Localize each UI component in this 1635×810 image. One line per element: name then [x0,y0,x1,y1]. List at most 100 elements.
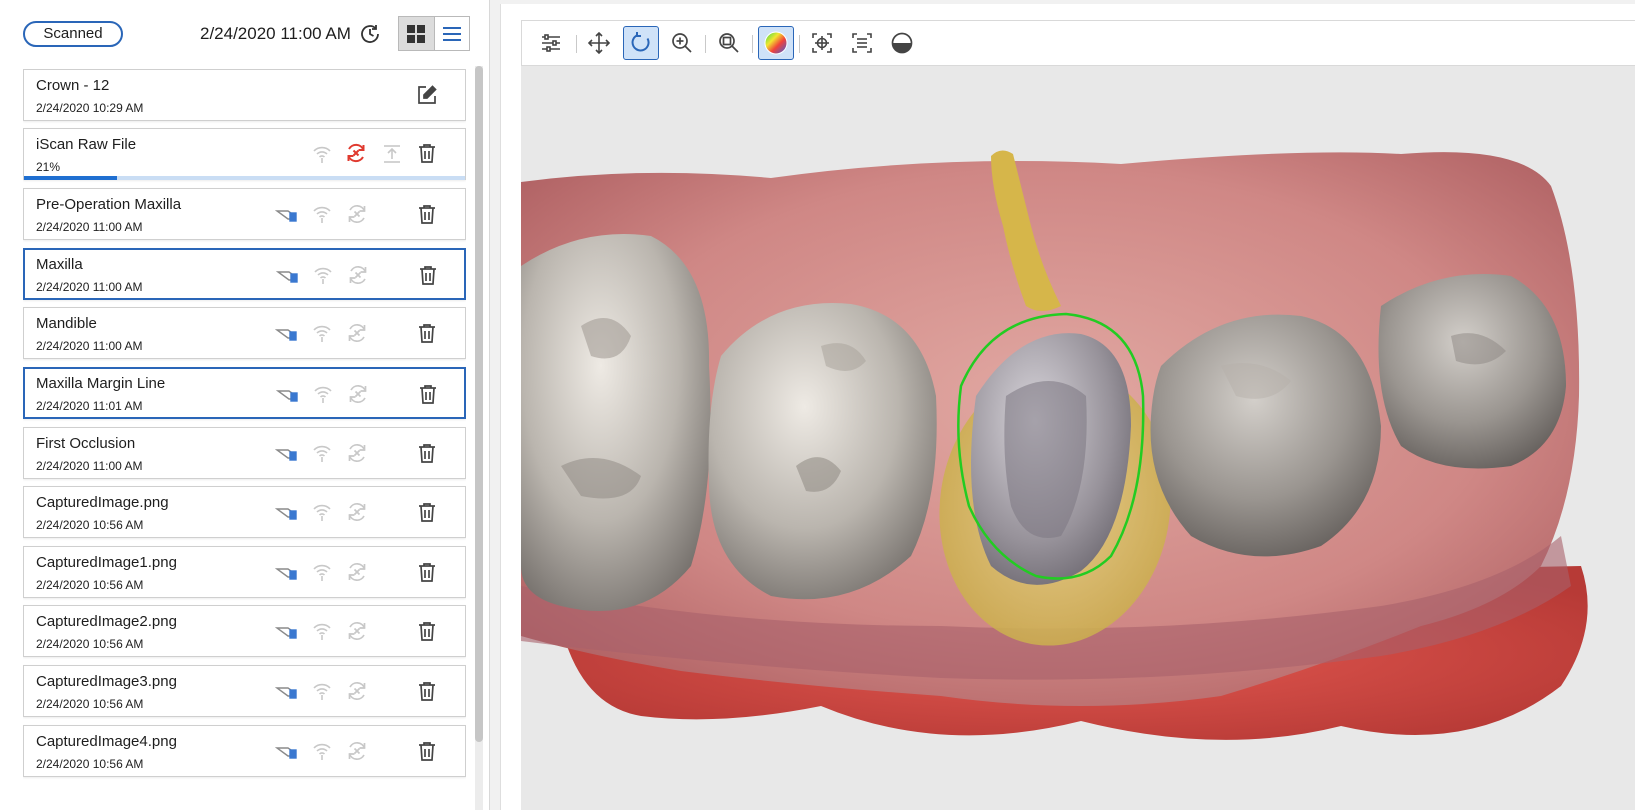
item-title: CapturedImage3.png [36,673,177,690]
list-item[interactable]: Pre-Operation Maxilla 2/24/2020 11:00 AM [23,188,466,241]
scanner-icon [275,619,299,643]
list-header: Scanned 2/24/2020 11:00 AM [0,0,490,66]
half-circle-icon[interactable] [884,26,920,60]
item-title: Mandible [36,315,97,333]
trash-icon[interactable] [415,560,439,584]
trash-icon[interactable] [415,141,439,165]
history-clock-icon[interactable] [358,22,382,46]
item-date: 2/24/2020 10:29 AM [36,101,144,115]
trash-icon[interactable] [415,321,439,345]
scanner-icon [275,739,299,763]
header-datetime: 2/24/2020 11:00 AM [200,24,351,43]
edit-icon[interactable] [415,83,439,107]
list-scrollbar[interactable] [475,66,483,810]
sync-disabled-icon [346,263,370,287]
zoom-in-icon[interactable] [664,26,700,60]
trash-icon[interactable] [415,679,439,703]
sync-disabled-icon [345,321,369,345]
upload-progress-text: 21% [36,160,61,174]
wireless-upload-icon [310,560,334,584]
scanner-icon [275,321,299,345]
list-item[interactable]: CapturedImage1.png 2/24/2020 10:56 AM [23,545,466,598]
sync-disabled-icon [345,500,369,524]
status-filter-pill[interactable]: Scanned [23,21,123,47]
item-title: Pre-Operation Maxilla [36,196,182,214]
list-item[interactable]: Mandible 2/24/2020 11:00 AM [23,307,466,360]
scrollbar-thumb[interactable] [475,66,483,742]
wireless-upload-icon [310,441,334,465]
zoom-fit-icon[interactable] [711,26,747,60]
trash-icon[interactable] [416,382,440,406]
list-item[interactable]: First Occlusion 2/24/2020 11:00 AM [23,426,466,479]
wireless-upload-icon [310,202,334,226]
list-item[interactable]: Maxilla 2/24/2020 11:00 AM [23,247,466,300]
sync-error-icon[interactable] [344,141,368,165]
scanner-icon [275,500,299,524]
scanner-icon [275,202,299,226]
item-date: 2/24/2020 11:01 AM [36,399,143,413]
item-title: CapturedImage.png [36,494,169,512]
wireless-upload-icon [310,739,334,763]
list-item[interactable]: Crown - 12 2/24/2020 10:29 AM [23,69,466,121]
3d-model-viewport[interactable] [521,66,1635,810]
viewer-toolbar [521,20,1635,66]
dental-scan-model [521,150,1588,740]
trash-icon[interactable] [416,263,440,287]
trash-icon[interactable] [415,441,439,465]
sync-disabled-icon [345,560,369,584]
item-date: 2/24/2020 10:56 AM [36,637,144,652]
list-item[interactable]: CapturedImage3.png 2/24/2020 10:56 AM [23,665,466,717]
item-title: CapturedImage1.png [36,553,177,571]
item-date: 2/24/2020 11:00 AM [36,339,143,354]
item-date: 2/24/2020 10:56 AM [36,577,144,592]
item-date: 2/24/2020 10:56 AM [36,697,144,711]
wireless-upload-icon [310,321,334,345]
item-date: 2/24/2020 10:56 AM [36,518,144,533]
list-view-button[interactable] [434,17,469,50]
item-title: First Occlusion [36,434,136,452]
item-date: 2/24/2020 11:00 AM [36,279,143,294]
trash-icon[interactable] [415,619,439,643]
list-item[interactable]: CapturedImage.png 2/24/2020 10:56 AM [23,486,466,539]
list-item[interactable]: CapturedImage2.png 2/24/2020 10:56 AM [23,605,466,658]
wireless-upload-icon [311,382,335,406]
file-list-panel: Scanned 2/24/2020 11:00 AM Crown - 12 2/… [0,0,490,810]
item-title: Maxilla Margin Line [36,375,166,392]
upload-progress-fill [24,176,117,180]
scanner-icon [275,441,299,465]
rotate-icon[interactable] [623,26,659,60]
color-map-icon[interactable] [758,26,794,60]
focus-target-icon[interactable] [804,26,840,60]
scanner-icon [276,382,300,406]
select-area-icon[interactable] [844,26,880,60]
sliders-icon[interactable] [533,26,569,60]
trash-icon[interactable] [415,202,439,226]
wireless-upload-icon [310,500,334,524]
scanner-icon [275,679,299,703]
item-date: 2/24/2020 11:00 AM [36,458,143,473]
list-item[interactable]: Maxilla Margin Line 2/24/2020 11:01 AM [23,367,466,419]
wireless-upload-icon [310,679,334,703]
list-icon [442,26,461,41]
move-icon[interactable] [581,26,617,60]
item-date: 2/24/2020 11:00 AM [36,220,143,235]
sync-disabled-icon [345,202,369,226]
trash-icon[interactable] [415,739,439,763]
scanner-icon [276,263,300,287]
sync-disabled-icon [345,441,369,465]
sync-disabled-icon [345,739,369,763]
3d-viewer-panel [500,4,1635,810]
trash-icon[interactable] [415,500,439,524]
view-mode-toggle [398,16,470,51]
file-list: Crown - 12 2/24/2020 10:29 AM iScan Raw … [23,69,466,810]
grid-view-button[interactable] [399,17,435,50]
sync-disabled-icon [346,382,370,406]
item-title: Crown - 12 [36,77,110,94]
item-title: CapturedImage2.png [36,613,177,631]
wireless-upload-icon [311,263,335,287]
list-item[interactable]: iScan Raw File 21% [23,128,466,180]
list-item[interactable]: CapturedImage4.png 2/24/2020 10:56 AM [23,724,466,777]
grid-icon [407,24,426,43]
item-title: CapturedImage4.png [36,732,177,750]
item-date: 2/24/2020 10:56 AM [36,756,144,771]
